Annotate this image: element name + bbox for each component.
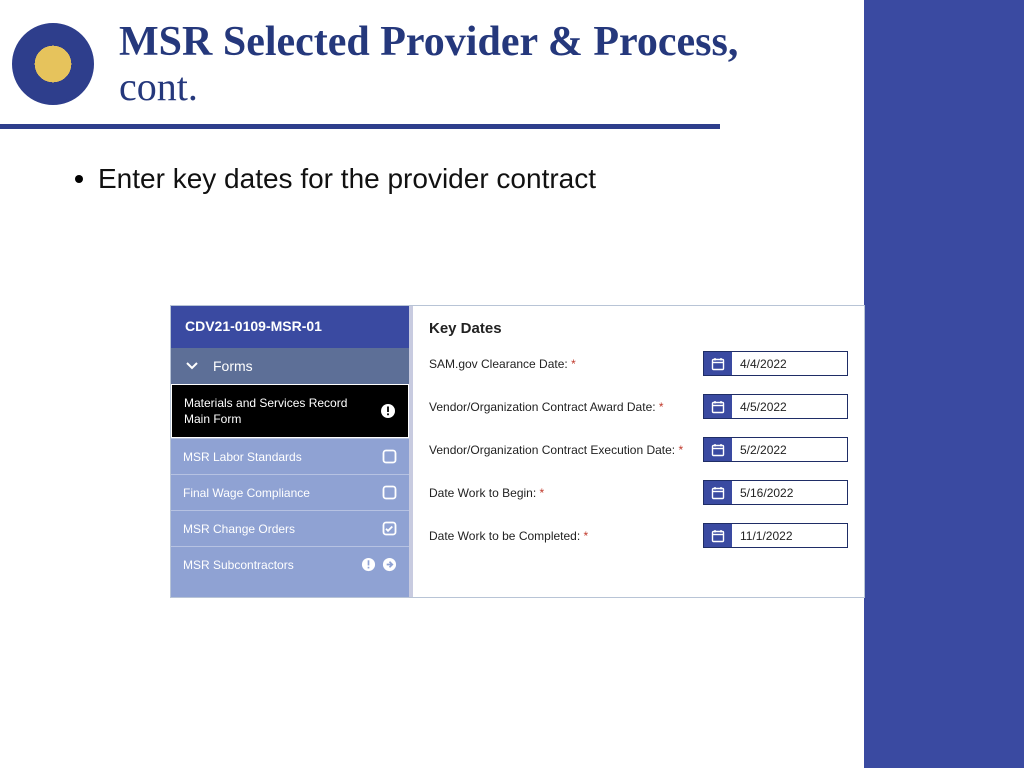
main-panel: Key Dates SAM.gov Clearance Date: * 4/4/… bbox=[413, 306, 864, 597]
chevron-down-icon bbox=[185, 359, 199, 373]
page-title: MSR Selected Provider & Process, bbox=[119, 20, 738, 64]
sidebar: CDV21-0109-MSR-01 Forms Materials and Se… bbox=[171, 306, 409, 597]
sidebar-item-label: Materials and Services Record Main Form bbox=[184, 395, 354, 427]
sidebar-item-final-wage[interactable]: Final Wage Compliance bbox=[171, 474, 409, 510]
field-sam-clearance: SAM.gov Clearance Date: * 4/4/2022 bbox=[429, 351, 848, 376]
agency-seal-icon bbox=[12, 23, 94, 105]
header-rule bbox=[0, 124, 720, 129]
sidebar-item-subcontractors[interactable]: MSR Subcontractors bbox=[171, 546, 409, 582]
sidebar-item-active[interactable]: Materials and Services Record Main Form bbox=[171, 384, 409, 438]
field-label: Date Work to Begin: * bbox=[429, 486, 544, 500]
arrow-right-circle-icon bbox=[382, 557, 397, 572]
field-award-date: Vendor/Organization Contract Award Date:… bbox=[429, 394, 848, 419]
field-label: Vendor/Organization Contract Award Date:… bbox=[429, 400, 664, 414]
title-block: MSR Selected Provider & Process, cont. bbox=[119, 20, 738, 108]
checkbox-checked-icon bbox=[382, 521, 397, 536]
case-id: CDV21-0109-MSR-01 bbox=[171, 306, 409, 348]
field-label: Date Work to be Completed: * bbox=[429, 529, 588, 543]
sidebar-item-msr-labor[interactable]: MSR Labor Standards bbox=[171, 438, 409, 474]
page-subtitle: cont. bbox=[119, 66, 738, 108]
section-heading: Key Dates bbox=[429, 320, 848, 337]
checkbox-empty-icon bbox=[382, 485, 397, 500]
sidebar-section-forms[interactable]: Forms bbox=[171, 348, 409, 384]
slide-header: MSR Selected Provider & Process, cont. bbox=[12, 20, 842, 108]
date-value: 11/1/2022 bbox=[732, 524, 847, 547]
sidebar-item-label: MSR Change Orders bbox=[183, 522, 295, 536]
field-work-completed: Date Work to be Completed: * 11/1/2022 bbox=[429, 523, 848, 548]
calendar-icon bbox=[704, 481, 732, 504]
sidebar-item-change-orders[interactable]: MSR Change Orders bbox=[171, 510, 409, 546]
date-input[interactable]: 4/5/2022 bbox=[703, 394, 848, 419]
field-label: SAM.gov Clearance Date: * bbox=[429, 357, 576, 371]
alert-circle-icon bbox=[361, 557, 376, 572]
date-input[interactable]: 5/2/2022 bbox=[703, 437, 848, 462]
field-execution-date: Vendor/Organization Contract Execution D… bbox=[429, 437, 848, 462]
bullet-item: Enter key dates for the provider contrac… bbox=[75, 163, 596, 195]
date-value: 5/16/2022 bbox=[732, 481, 847, 504]
calendar-icon bbox=[704, 438, 732, 461]
calendar-icon bbox=[704, 395, 732, 418]
date-input[interactable]: 4/4/2022 bbox=[703, 351, 848, 376]
checkbox-empty-icon bbox=[382, 449, 397, 464]
sidebar-section-label: Forms bbox=[213, 358, 253, 374]
sidebar-item-label: Final Wage Compliance bbox=[183, 486, 310, 500]
date-value: 5/2/2022 bbox=[732, 438, 847, 461]
right-accent-band bbox=[864, 0, 1024, 768]
alert-circle-icon bbox=[380, 403, 396, 419]
date-value: 4/5/2022 bbox=[732, 395, 847, 418]
field-label: Vendor/Organization Contract Execution D… bbox=[429, 443, 683, 457]
sidebar-item-label: MSR Labor Standards bbox=[183, 450, 302, 464]
app-screenshot: CDV21-0109-MSR-01 Forms Materials and Se… bbox=[170, 305, 865, 598]
alert-arrow-icons bbox=[361, 557, 397, 572]
calendar-icon bbox=[704, 352, 732, 375]
date-input[interactable]: 5/16/2022 bbox=[703, 480, 848, 505]
calendar-icon bbox=[704, 524, 732, 547]
date-value: 4/4/2022 bbox=[732, 352, 847, 375]
bullet-text: Enter key dates for the provider contrac… bbox=[98, 163, 596, 195]
date-input[interactable]: 11/1/2022 bbox=[703, 523, 848, 548]
sidebar-item-label: MSR Subcontractors bbox=[183, 558, 294, 572]
field-work-begin: Date Work to Begin: * 5/16/2022 bbox=[429, 480, 848, 505]
bullet-icon bbox=[75, 175, 83, 183]
